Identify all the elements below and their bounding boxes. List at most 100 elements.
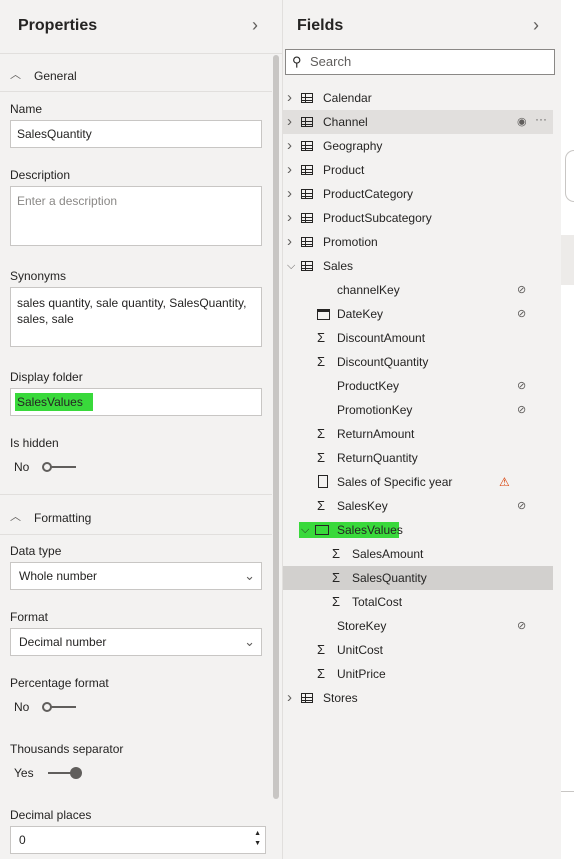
properties-scrollbar[interactable] [273, 55, 279, 799]
properties-pane: Properties › ︿ General Name SalesQuantit… [0, 0, 283, 859]
table-row-calendar[interactable]: › Calendar [283, 86, 553, 110]
chevron-right-icon[interactable]: › [287, 686, 292, 710]
chevron-right-icon[interactable]: › [287, 230, 292, 254]
thousands-value: Yes [14, 766, 34, 780]
is-hidden-toggle[interactable] [42, 460, 76, 474]
chevron-up-icon[interactable]: ︿ [10, 508, 21, 524]
canvas-line [561, 791, 574, 792]
synonyms-value: sales quantity, sale quantity, SalesQuan… [17, 296, 247, 326]
calendar-icon [317, 309, 330, 320]
name-value: SalesQuantity [17, 127, 92, 141]
search-input[interactable]: ⚲ Search [285, 49, 555, 75]
folder-name: SalesValues [337, 523, 403, 537]
name-label: Name [10, 102, 43, 116]
field-name: UnitCost [337, 643, 384, 657]
synonyms-input[interactable]: sales quantity, sale quantity, SalesQuan… [10, 287, 262, 347]
field-name: DateKey [337, 307, 384, 321]
warning-icon: ⚠ [499, 475, 510, 489]
hidden-eye-icon[interactable]: ⊘ [517, 614, 526, 638]
table-row-stores[interactable]: › Stores [283, 686, 553, 710]
table-row-promotion[interactable]: › Promotion [283, 230, 553, 254]
sigma-icon: Σ [317, 330, 326, 345]
chevron-down-icon[interactable]: ⌵ [301, 518, 309, 542]
calculator-icon [318, 475, 328, 488]
canvas-edge [561, 0, 574, 859]
hidden-eye-icon[interactable]: ⊘ [517, 374, 526, 398]
description-input[interactable]: Enter a description [10, 186, 262, 246]
folder-row-salesvalues[interactable]: ⌵ SalesValues [283, 518, 553, 542]
hidden-eye-icon[interactable]: ⊘ [517, 494, 526, 518]
chevron-down-icon[interactable]: ⌵ [287, 254, 295, 278]
sigma-icon: Σ [332, 570, 341, 585]
table-row-sales[interactable]: ⌵ Sales [283, 254, 553, 278]
field-row[interactable]: Σ ReturnAmount [283, 422, 553, 446]
chevron-right-icon[interactable]: › [287, 206, 292, 230]
stepper-icon[interactable]: ▲ ▼ [254, 829, 261, 849]
eye-icon[interactable]: ◉ [517, 110, 527, 134]
display-folder-input[interactable]: SalesValues [10, 388, 262, 416]
hidden-eye-icon[interactable]: ⊘ [517, 302, 526, 326]
field-name: channelKey [337, 283, 400, 297]
divider [0, 91, 272, 92]
hidden-eye-icon[interactable]: ⊘ [517, 398, 526, 422]
collapse-fields-icon[interactable]: › [533, 15, 539, 36]
field-row[interactable]: Σ ReturnQuantity [283, 446, 553, 470]
table-row-geography[interactable]: › Geography [283, 134, 553, 158]
field-row[interactable]: Σ TotalCost [283, 590, 553, 614]
chevron-right-icon[interactable]: › [287, 182, 292, 206]
sigma-icon: Σ [317, 498, 326, 513]
chevron-right-icon[interactable]: › [287, 110, 292, 134]
divider [0, 53, 282, 54]
canvas-shape [565, 150, 574, 202]
thousands-label: Thousands separator [10, 742, 124, 756]
table-row-product[interactable]: › Product [283, 158, 553, 182]
chevron-right-icon[interactable]: › [287, 86, 292, 110]
format-dropdown[interactable]: Decimal number ⌄ [10, 628, 262, 656]
field-row[interactable]: StoreKey ⊘ [283, 614, 553, 638]
field-row[interactable]: DateKey ⊘ [283, 302, 553, 326]
table-icon [301, 165, 313, 175]
collapse-properties-icon[interactable]: › [252, 15, 258, 36]
field-row[interactable]: ProductKey ⊘ [283, 374, 553, 398]
sigma-icon: Σ [332, 546, 341, 561]
decimal-input[interactable]: 0 ▲ ▼ [10, 826, 266, 854]
field-row[interactable]: Σ SalesAmount [283, 542, 553, 566]
field-row[interactable]: Σ UnitCost [283, 638, 553, 662]
field-row[interactable]: Σ UnitPrice [283, 662, 553, 686]
percentage-value: No [14, 700, 30, 714]
thousands-toggle[interactable] [48, 766, 84, 780]
name-input[interactable]: SalesQuantity [10, 120, 262, 148]
field-row[interactable]: Σ DiscountQuantity [283, 350, 553, 374]
field-name: TotalCost [352, 595, 403, 609]
toggle-knob [42, 702, 52, 712]
chevron-up-icon[interactable]: ︿ [10, 66, 21, 82]
fields-title: Fields [297, 17, 344, 34]
table-icon [301, 693, 313, 703]
table-name: Product [323, 163, 365, 177]
decimal-value: 0 [19, 833, 26, 847]
table-row-channel[interactable]: › Channel ◉ ··· [283, 110, 553, 134]
section-formatting[interactable]: Formatting [34, 511, 91, 525]
table-row-productcategory[interactable]: › ProductCategory [283, 182, 553, 206]
field-row[interactable]: PromotionKey ⊘ [283, 398, 553, 422]
sigma-icon: Σ [317, 666, 326, 681]
field-row[interactable]: channelKey ⊘ [283, 278, 553, 302]
hidden-eye-icon[interactable]: ⊘ [517, 278, 526, 302]
percentage-toggle[interactable] [42, 700, 76, 714]
percentage-label: Percentage format [10, 676, 109, 690]
table-row-productsubcategory[interactable]: › ProductSubcategory [283, 206, 553, 230]
chevron-right-icon[interactable]: › [287, 158, 292, 182]
chevron-right-icon[interactable]: › [287, 134, 292, 158]
table-icon [301, 117, 313, 127]
canvas-panel [561, 235, 574, 285]
more-options-icon[interactable]: ··· [535, 107, 547, 131]
field-row[interactable]: Σ DiscountAmount [283, 326, 553, 350]
section-general[interactable]: General [34, 69, 77, 83]
field-row[interactable]: Σ SalesQuantity [283, 566, 553, 590]
chevron-down-icon: ⌄ [244, 634, 255, 649]
field-name: SalesKey [337, 499, 388, 513]
data-type-dropdown[interactable]: Whole number ⌄ [10, 562, 262, 590]
toggle-track [50, 466, 76, 468]
field-row[interactable]: Sales of Specific year ⚠ [283, 470, 553, 494]
field-row[interactable]: Σ SalesKey ⊘ [283, 494, 553, 518]
